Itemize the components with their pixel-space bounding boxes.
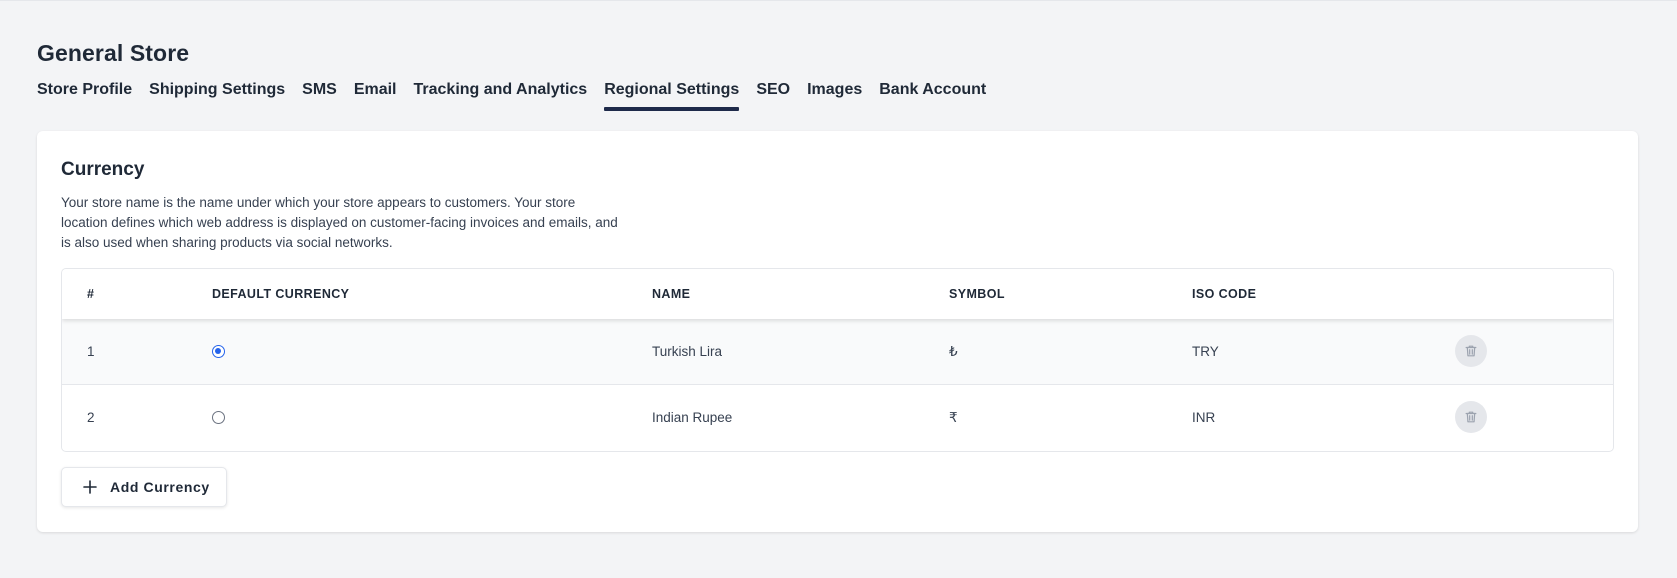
tab-regional-settings[interactable]: Regional Settings — [604, 80, 740, 111]
default-currency-radio[interactable] — [212, 411, 225, 424]
currency-name: Turkish Lira — [652, 344, 723, 359]
add-currency-label: Add Currency — [110, 479, 210, 495]
tab-tracking-analytics[interactable]: Tracking and Analytics — [414, 80, 588, 111]
currency-iso-code: TRY — [1192, 344, 1219, 359]
table-row: 1 Turkish Lira ₺ TRY — [62, 319, 1613, 385]
currency-iso-code: INR — [1192, 410, 1216, 425]
delete-currency-button[interactable] — [1455, 401, 1487, 433]
default-currency-radio[interactable] — [212, 345, 225, 358]
currency-card: Currency Your store name is the name und… — [37, 131, 1638, 532]
trash-icon — [1465, 411, 1477, 423]
currency-table: # DEFAULT CURRENCY NAME SYMBOL ISO CODE … — [61, 268, 1614, 452]
column-header-default: DEFAULT CURRENCY — [212, 287, 350, 301]
top-divider — [0, 0, 1677, 1]
table-row: 2 Indian Rupee ₹ INR — [62, 385, 1613, 450]
currency-symbol: ₹ — [949, 410, 958, 425]
currency-symbol: ₺ — [949, 344, 958, 359]
tab-store-profile[interactable]: Store Profile — [37, 80, 132, 111]
row-number: 2 — [87, 410, 95, 425]
plus-icon — [83, 480, 97, 494]
tab-email[interactable]: Email — [354, 80, 397, 111]
column-header-name: NAME — [652, 287, 691, 301]
delete-currency-button[interactable] — [1455, 335, 1487, 367]
tab-seo[interactable]: SEO — [756, 80, 790, 111]
tab-sms[interactable]: SMS — [302, 80, 337, 111]
column-header-number: # — [87, 287, 95, 301]
add-currency-button[interactable]: Add Currency — [61, 467, 227, 507]
table-header: # DEFAULT CURRENCY NAME SYMBOL ISO CODE — [62, 269, 1613, 319]
tab-bank-account[interactable]: Bank Account — [879, 80, 986, 111]
column-header-symbol: SYMBOL — [949, 287, 1005, 301]
section-title: Currency — [61, 159, 145, 180]
trash-icon — [1465, 345, 1477, 357]
currency-name: Indian Rupee — [652, 410, 733, 425]
settings-tabs: Store Profile Shipping Settings SMS Emai… — [37, 80, 986, 111]
row-number: 1 — [87, 344, 95, 359]
tab-shipping-settings[interactable]: Shipping Settings — [149, 80, 285, 111]
section-description: Your store name is the name under which … — [61, 195, 618, 250]
page-title: General Store — [37, 40, 190, 66]
tab-images[interactable]: Images — [807, 80, 862, 111]
column-header-iso: ISO CODE — [1192, 287, 1257, 301]
